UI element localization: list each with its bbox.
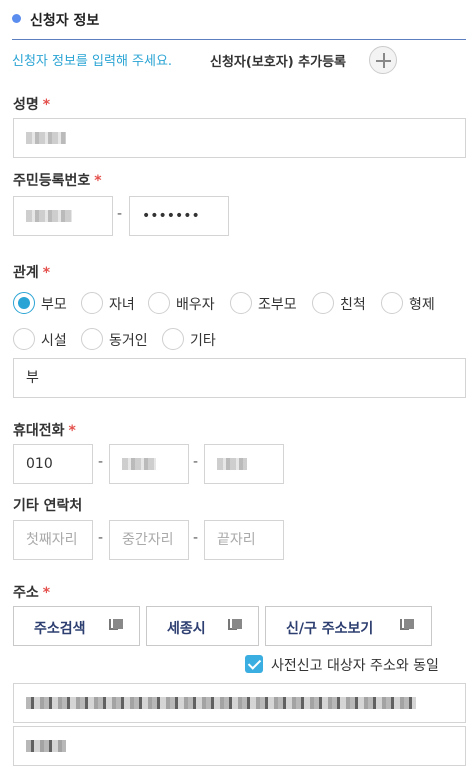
mobile-middle-input[interactable] [109,444,189,484]
same-address-checkbox[interactable] [245,655,263,673]
add-guardian-label: 신청자(보호자) 추가등록 [210,55,347,70]
relation-value: 부 [26,370,39,386]
address-label: 주소 * [13,585,51,601]
address-view-button[interactable]: 신/구 주소보기 [265,606,432,646]
radio-icon [312,292,334,314]
redacted-rrn-front [26,210,72,222]
redacted-name [26,132,66,144]
address-search-button[interactable]: 주소검색 [13,606,140,646]
radio-checked-icon [13,292,35,314]
other-contact-last-input[interactable]: 끝자리 [204,520,284,560]
bullet-dot-icon [12,14,21,23]
name-label: 성명 * [13,97,51,113]
section-title: 신청자 정보 [30,13,100,29]
section-header: 신청자 정보 [12,8,466,40]
mobile-prefix: 010 [26,456,53,472]
relation-label: 관계 * [13,265,51,281]
other-contact-separator: - [193,530,199,546]
required-mark: * [68,423,76,439]
rrn-label: 주민등록번호 * [13,173,102,189]
mobile-first-input[interactable]: 010 [13,444,93,484]
add-guardian-button[interactable] [369,46,397,74]
radio-icon [381,292,403,314]
relation-input[interactable]: 부 [13,358,466,398]
intro-row: 신청자 정보를 입력해 주세요. 신청자(보호자) 추가등록 [12,46,397,74]
mobile-separator: - [193,454,199,470]
mobile-separator: - [98,454,104,470]
redacted-mobile-middle [122,458,156,470]
radio-icon [13,328,35,350]
intro-text: 신청자 정보를 입력해 주세요. [12,54,173,69]
required-mark: * [42,585,51,601]
radio-icon [148,292,170,314]
other-contact-middle-input[interactable]: 중간자리 [109,520,189,560]
rrn-back-input[interactable]: ••••••• [129,196,229,236]
redacted-address [26,697,416,709]
radio-icon [81,328,103,350]
mobile-label: 휴대전화 * [13,423,76,439]
other-contact-first-input[interactable]: 첫째자리 [13,520,93,560]
other-contact-label: 기타 연락처 [13,498,83,514]
other-contact-separator: - [98,530,104,546]
popup-icon [400,619,414,633]
required-mark: * [94,173,102,189]
popup-icon [109,619,123,633]
popup-icon [228,619,242,633]
radio-icon [230,292,252,314]
radio-icon [81,292,103,314]
rrn-separator: - [117,206,123,222]
address-detail-input[interactable] [13,726,466,766]
radio-icon [162,328,184,350]
required-mark: * [42,97,51,113]
rrn-front-input[interactable] [13,196,113,236]
required-mark: * [42,265,51,281]
sejong-button[interactable]: 세종시 [146,606,259,646]
redacted-mobile-last [217,458,247,470]
rrn-back-value: ••••••• [142,208,200,224]
address-line1-input[interactable] [13,683,466,723]
mobile-last-input[interactable] [204,444,284,484]
name-input[interactable] [13,118,466,158]
redacted-address-detail [26,740,66,752]
same-address-label: 사전신고 대상자 주소와 동일 [271,658,439,674]
